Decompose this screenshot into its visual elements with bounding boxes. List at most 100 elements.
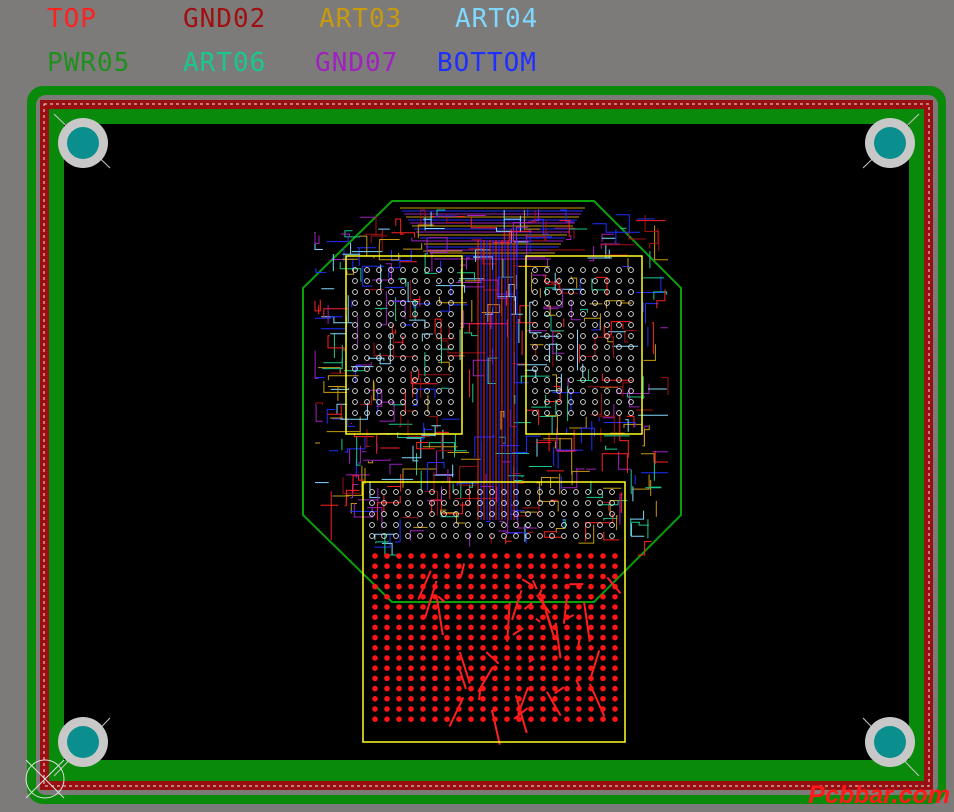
bga-pad <box>528 614 534 620</box>
bga-pad <box>456 583 462 590</box>
bga-pad <box>552 594 558 600</box>
bga-pad <box>516 594 522 600</box>
bga-pad <box>432 624 438 631</box>
bga-pad <box>600 706 606 712</box>
bga-pad <box>600 563 606 569</box>
bga-pad <box>540 553 546 559</box>
bga-pad <box>588 624 594 631</box>
bga-pad <box>480 614 486 620</box>
bga-pad <box>432 685 438 692</box>
bga-pad <box>516 696 522 702</box>
bga-pad <box>540 675 546 682</box>
bga-pad <box>588 716 594 722</box>
bga-pad <box>576 563 582 569</box>
bga-pad <box>468 706 474 712</box>
bga-pad <box>552 624 558 631</box>
bga-pad <box>564 645 570 651</box>
bga-pad <box>408 634 414 641</box>
bga-pad <box>492 665 498 671</box>
bga-pad <box>576 553 582 559</box>
bga-pad <box>372 696 378 702</box>
bga-pad <box>612 614 618 620</box>
bga-pad <box>480 655 486 661</box>
bga-pad <box>480 573 486 580</box>
layer-label-bottom[interactable]: BOTTOM <box>437 48 537 78</box>
bga-pad <box>396 604 402 610</box>
bga-pad <box>432 716 438 722</box>
bga-pad <box>552 716 558 722</box>
bga-pad <box>504 716 510 722</box>
bga-pad <box>432 675 438 682</box>
bga-pad <box>420 563 426 569</box>
bga-pad <box>432 583 438 590</box>
bga-pad <box>396 563 402 569</box>
bga-pad <box>396 696 402 702</box>
layer-label-gnd02[interactable]: GND02 <box>183 4 266 34</box>
bga-pad <box>468 604 474 610</box>
mounting-hole-icon[interactable] <box>58 717 108 767</box>
mounting-hole-icon[interactable] <box>865 717 915 767</box>
bga-pad <box>600 583 606 590</box>
bga-pad <box>372 624 378 631</box>
bga-pad <box>612 553 618 559</box>
bga-pad <box>552 553 558 559</box>
bga-pad <box>528 655 534 661</box>
layer-label-art06[interactable]: ART06 <box>183 48 266 78</box>
bga-pad <box>516 655 522 661</box>
bga-pad <box>396 624 402 631</box>
bga-pad <box>504 706 510 712</box>
bga-pad <box>384 594 390 600</box>
bga-pad <box>408 716 414 722</box>
bga-pad <box>384 645 390 651</box>
bga-pad <box>408 563 414 569</box>
bga-pad <box>504 696 510 702</box>
bga-pad <box>372 634 378 641</box>
bga-pad <box>588 685 594 692</box>
bga-pad <box>480 563 486 569</box>
bga-pad <box>492 706 498 712</box>
bga-pad <box>504 614 510 620</box>
bga-pad <box>540 655 546 661</box>
bga-pad <box>468 573 474 580</box>
bga-pad <box>564 583 570 590</box>
bga-pad <box>612 696 618 702</box>
bga-pad <box>480 685 486 692</box>
bga-pad <box>408 624 414 631</box>
bga-pad <box>372 573 378 580</box>
bga-pad <box>372 706 378 712</box>
layer-label-art04[interactable]: ART04 <box>455 4 538 34</box>
bga-pad <box>528 634 534 641</box>
bga-pad <box>516 706 522 712</box>
bga-pad <box>564 706 570 712</box>
bga-pad <box>408 665 414 671</box>
bga-pad <box>588 583 594 590</box>
pcb-board-canvas[interactable] <box>0 0 954 812</box>
bga-pad <box>372 594 378 600</box>
bga-pad <box>528 553 534 559</box>
mounting-hole-icon[interactable] <box>58 118 108 168</box>
bga-pad <box>516 675 522 682</box>
layer-label-pwr05[interactable]: PWR05 <box>47 48 130 78</box>
mounting-hole-icon[interactable] <box>865 118 915 168</box>
bga-pad <box>432 706 438 712</box>
bga-pad <box>444 655 450 661</box>
bga-pad <box>492 553 498 559</box>
bga-pad <box>564 614 570 620</box>
bga-pad <box>540 624 546 631</box>
bga-pad <box>456 634 462 641</box>
layer-label-top[interactable]: TOP <box>47 4 97 34</box>
bga-pad <box>564 563 570 569</box>
bga-pad <box>528 583 534 590</box>
layer-label-art03[interactable]: ART03 <box>319 4 402 34</box>
layer-label-gnd07[interactable]: GND07 <box>315 48 398 78</box>
bga-pad <box>468 563 474 569</box>
bga-pad <box>444 624 450 631</box>
bga-pad <box>468 594 474 600</box>
bga-pad <box>456 553 462 559</box>
bga-pad <box>468 583 474 590</box>
bga-pad <box>492 594 498 600</box>
bga-pad <box>456 614 462 620</box>
bga-pad <box>528 665 534 671</box>
bga-pad <box>492 563 498 569</box>
bga-pad <box>456 716 462 722</box>
